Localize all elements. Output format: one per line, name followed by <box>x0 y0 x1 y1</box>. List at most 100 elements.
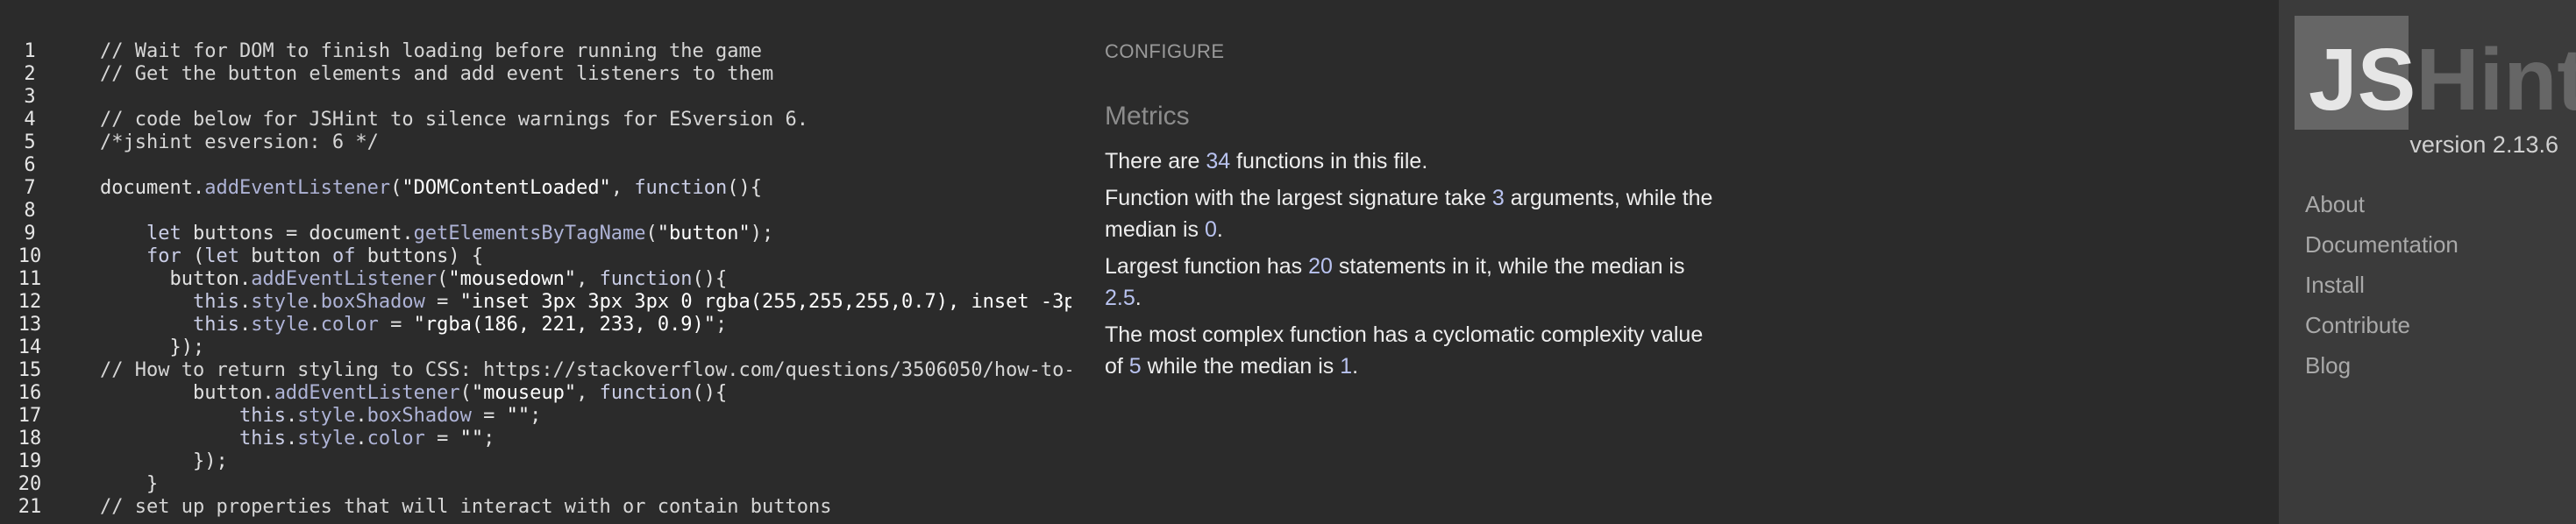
code-token: of <box>331 245 356 267</box>
code-token: "mousedown" <box>448 268 577 290</box>
code-line[interactable]: 1 // Wait for DOM to finish loading befor… <box>0 40 1071 63</box>
line-number: 17 <box>18 405 42 427</box>
line-number: 8 <box>24 200 36 222</box>
code-token: document. <box>100 177 205 199</box>
nav-link-install[interactable]: Install <box>2305 272 2365 299</box>
code-token: boxShadow <box>320 291 425 313</box>
code-text: }); <box>100 336 204 359</box>
line-number: 1 <box>24 40 36 62</box>
code-token: . <box>355 405 367 427</box>
code-line[interactable]: 18 this.style.color = ""; <box>0 428 1071 450</box>
code-token: . <box>238 314 252 336</box>
code-editor[interactable]: 1 // Wait for DOM to finish loading befor… <box>0 0 1071 524</box>
code-token: }); <box>100 336 205 358</box>
code-token: // code below for JSHint to silence warn… <box>100 109 808 131</box>
code-token: . <box>285 428 298 450</box>
code-line[interactable]: 20 } <box>0 473 1071 496</box>
line-number: 7 <box>24 177 36 199</box>
code-token: "" <box>459 428 484 450</box>
code-line[interactable]: 7 document.addEventListener("DOMContentLo… <box>0 177 1071 200</box>
code-text: for (let button of buttons) { <box>100 245 483 268</box>
code-text: } <box>100 473 158 496</box>
code-token: ( <box>437 268 449 290</box>
code-token: button <box>238 245 332 267</box>
code-line[interactable]: 13 this.style.color = "rgba(186, 221, 23… <box>0 314 1071 336</box>
code-token: "rgba(186, 221, 233, 0.9)" <box>413 314 716 336</box>
code-token: // Get the button elements and add event… <box>100 63 774 85</box>
code-line[interactable]: 6 <box>0 154 1071 177</box>
metric-value: 3 <box>1491 186 1505 210</box>
code-token: , <box>610 177 635 199</box>
code-token: addEventListener <box>251 268 438 290</box>
line-number: 6 <box>24 154 36 176</box>
nav-link-documentation[interactable]: Documentation <box>2305 231 2459 258</box>
line-number: 9 <box>24 223 36 244</box>
line-number: 19 <box>18 450 42 472</box>
code-token: }); <box>100 450 228 472</box>
code-text: // How to return styling to CSS: https:/… <box>100 359 1071 382</box>
code-text: button.addEventListener("mousedown", fun… <box>100 268 727 291</box>
code-text: // Wait for DOM to finish loading before… <box>100 40 762 63</box>
code-token: // Wait for DOM to finish loading before… <box>100 40 762 62</box>
code-text: // code below for JSHint to silence warn… <box>100 109 808 131</box>
metric-text: . <box>1216 217 1223 242</box>
code-token: function <box>634 177 728 199</box>
code-token: let <box>204 245 239 267</box>
code-token: . <box>238 291 252 313</box>
metric-value: 1 <box>1340 354 1353 379</box>
code-line[interactable]: 9 let buttons = document.getElementsByTa… <box>0 223 1071 245</box>
code-line[interactable]: 19 }); <box>0 450 1071 473</box>
code-line[interactable]: 3 <box>0 86 1071 109</box>
jshint-page: 1 // Wait for DOM to finish loading befor… <box>0 0 2576 524</box>
metrics-heading: Metrics <box>1105 102 1190 131</box>
code-line[interactable]: 14 }); <box>0 336 1071 359</box>
metric-text: Function with the largest signature take <box>1105 186 1492 210</box>
jshint-logo[interactable]: JSHint <box>2295 16 2576 130</box>
nav-link-contribute[interactable]: Contribute <box>2305 312 2410 339</box>
nav-link-about[interactable]: About <box>2305 191 2365 218</box>
code-token: ; <box>530 405 542 427</box>
code-token: ); <box>750 223 774 244</box>
metric-text: while the median is <box>1141 354 1341 379</box>
code-token: = <box>378 314 414 336</box>
code-token: (){ <box>692 268 728 290</box>
code-token: , <box>576 268 600 290</box>
code-token: buttons) { <box>355 245 484 267</box>
code-token: color <box>320 314 379 336</box>
code-line[interactable]: 12 this.style.boxShadow = "inset 3px 3px… <box>0 291 1071 314</box>
code-token: "DOMContentLoaded" <box>402 177 611 199</box>
metric-text: statements in it, while the median is <box>1332 254 1685 279</box>
code-text: // Get the button elements and add event… <box>100 63 773 86</box>
metric-line: Function with the largest signature take… <box>1105 182 1719 245</box>
code-line[interactable]: 2 // Get the button elements and add even… <box>0 63 1071 86</box>
code-line[interactable]: 17 this.style.boxShadow = ""; <box>0 405 1071 428</box>
line-number: 10 <box>18 245 42 267</box>
code-line[interactable]: 10 for (let button of buttons) { <box>0 245 1071 268</box>
code-line[interactable]: 21 // set up properties that will interac… <box>0 496 1071 519</box>
sidebar: JSHint version 2.13.6 About Documentation… <box>2279 0 2576 524</box>
line-number: 4 <box>24 109 36 131</box>
code-token: addEventListener <box>274 382 460 404</box>
code-token: "" <box>506 405 530 427</box>
line-number: 15 <box>18 359 42 381</box>
metric-value: 20 <box>1308 254 1333 279</box>
code-line[interactable]: 16 button.addEventListener("mouseup", fu… <box>0 382 1071 405</box>
code-token: style <box>297 405 356 427</box>
code-line[interactable]: 4 // code below for JSHint to silence war… <box>0 109 1071 131</box>
code-token: color <box>366 428 425 450</box>
code-line[interactable]: 11 button.addEventListener("mousedown", … <box>0 268 1071 291</box>
code-token: let <box>146 223 181 244</box>
nav-link-blog[interactable]: Blog <box>2305 352 2351 379</box>
code-token: boxShadow <box>366 405 472 427</box>
code-token: "mouseup" <box>471 382 577 404</box>
code-line[interactable]: 5 /*jshint esversion: 6 */ <box>0 131 1071 154</box>
version-label: version 2.13.6 <box>2409 131 2558 158</box>
code-line[interactable]: 8 <box>0 200 1071 223</box>
line-number: 14 <box>18 336 42 358</box>
code-token: this <box>238 405 286 427</box>
configure-link[interactable]: CONFIGURE <box>1105 40 1225 63</box>
code-line[interactable]: 15 // How to return styling to CSS: https… <box>0 359 1071 382</box>
